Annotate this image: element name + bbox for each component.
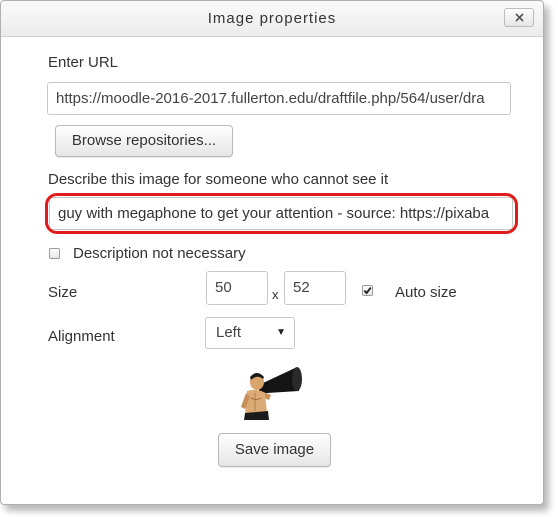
dialog-titlebar[interactable]: Image properties — [1, 1, 543, 37]
height-input[interactable]: 52 — [284, 271, 346, 305]
url-label: Enter URL — [48, 54, 119, 71]
size-separator: x — [272, 287, 279, 302]
checkmark-icon — [363, 287, 372, 295]
description-input[interactable]: guy with megaphone to get your attention… — [49, 197, 513, 230]
url-input[interactable]: https://moodle-2016-2017.fullerton.edu/d… — [47, 82, 511, 115]
description-label: Describe this image for someone who cann… — [48, 171, 389, 188]
close-button[interactable] — [504, 8, 534, 27]
dialog-title: Image properties — [207, 10, 337, 27]
description-not-necessary-checkbox[interactable] — [49, 248, 60, 259]
dropdown-arrow-icon: ▼ — [276, 327, 286, 338]
auto-size-label: Auto size — [395, 284, 457, 301]
save-image-button[interactable]: Save image — [218, 433, 331, 467]
close-icon — [515, 13, 524, 22]
alignment-selected-value: Left — [216, 324, 242, 341]
megaphone-man-image — [241, 367, 302, 420]
size-label: Size — [48, 284, 78, 301]
alignment-select[interactable]: Left ▼ — [205, 317, 295, 349]
image-properties-dialog: Image properties Enter URL https://moodl… — [0, 0, 544, 505]
alignment-label: Alignment — [48, 328, 115, 345]
browse-repositories-button[interactable]: Browse repositories... — [55, 125, 233, 157]
auto-size-checkbox[interactable] — [362, 285, 373, 296]
description-not-necessary-label: Description not necessary — [73, 245, 246, 262]
width-input[interactable]: 50 — [206, 271, 268, 305]
